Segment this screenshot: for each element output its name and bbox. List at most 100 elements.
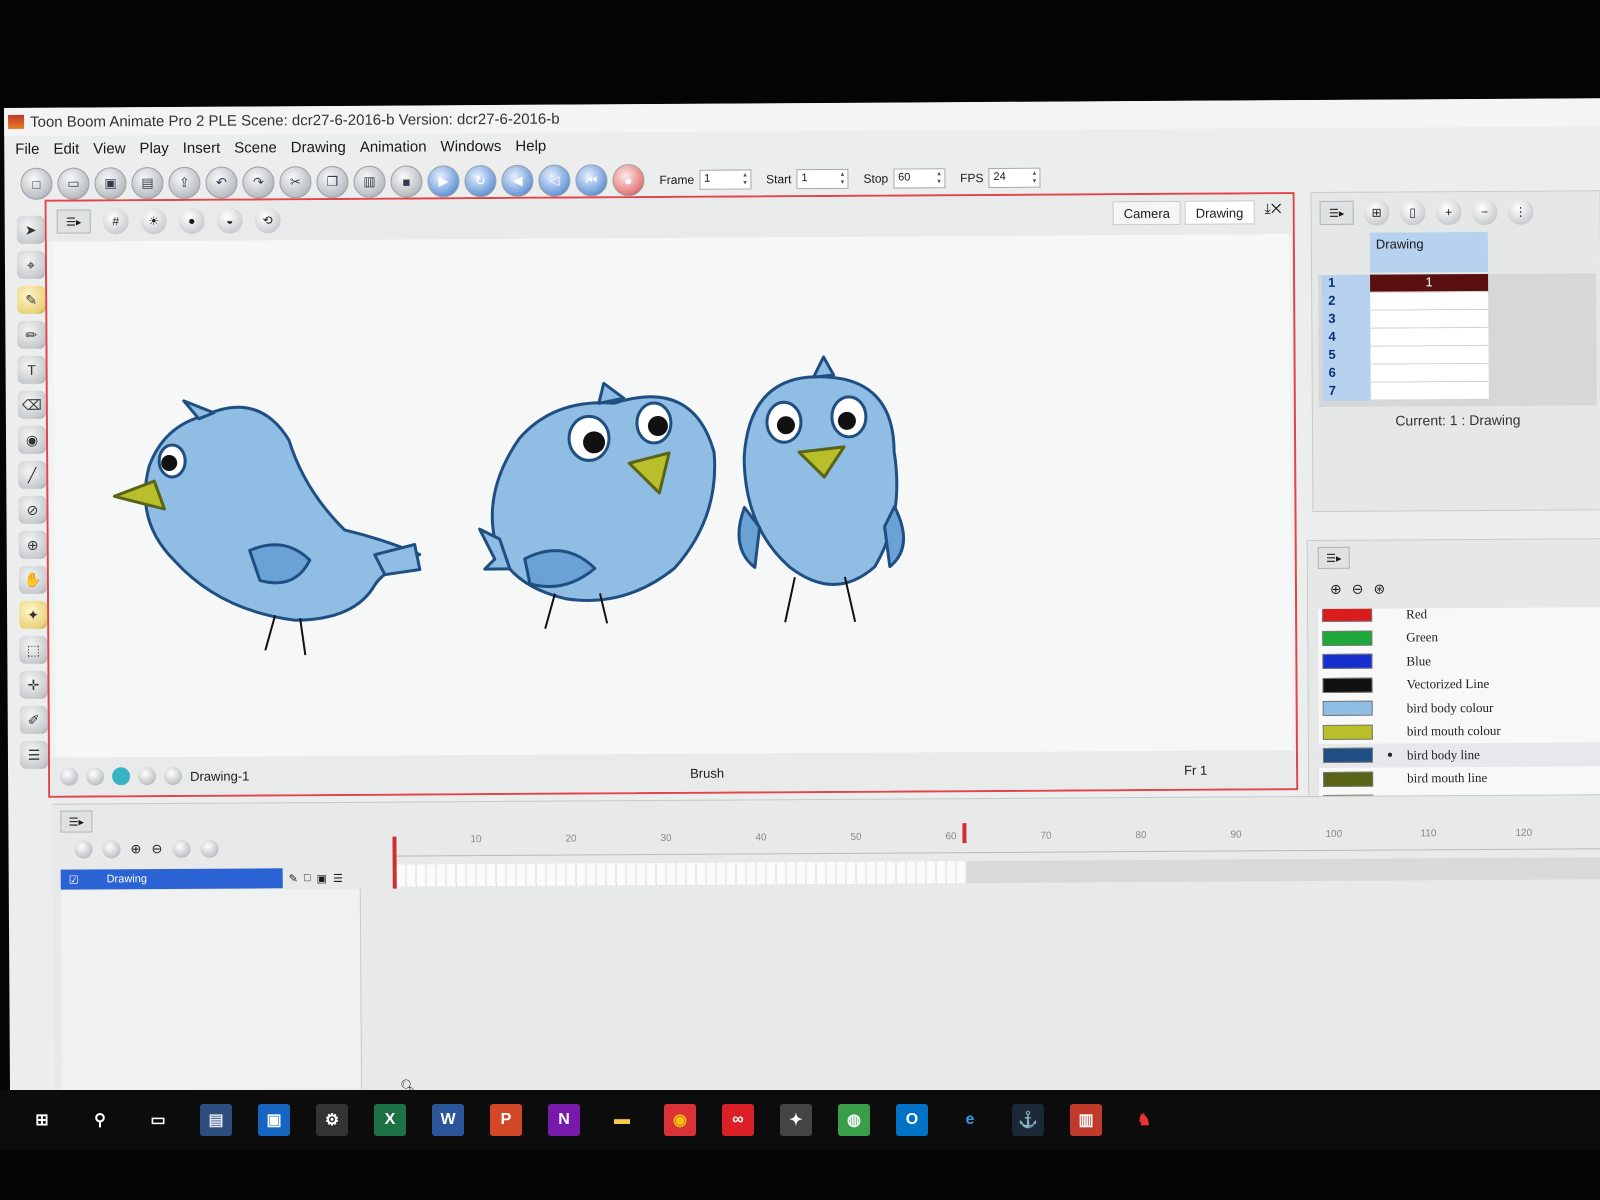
first-frame-icon[interactable]: ⏮ xyxy=(575,164,608,197)
colour-swatch[interactable] xyxy=(1322,700,1373,717)
drawing-canvas[interactable] xyxy=(52,234,1292,758)
menu-edit[interactable]: Edit xyxy=(46,140,86,157)
timeline-menu-button[interactable]: ☰▸ xyxy=(60,810,93,833)
contour-editor-icon[interactable]: ⌖ xyxy=(16,250,46,279)
menu-help[interactable]: Help xyxy=(508,137,553,154)
xsheet-cell[interactable] xyxy=(1370,291,1489,311)
paint-tool-icon[interactable]: ◉ xyxy=(17,425,47,454)
xsheet-row[interactable]: 4 xyxy=(1318,327,1489,347)
record-icon[interactable]: ● xyxy=(612,164,645,197)
save-icon[interactable]: ▣ xyxy=(94,167,127,200)
lock-icon[interactable]: ▣ xyxy=(317,872,327,885)
pivot-tool-icon[interactable]: ✛ xyxy=(19,670,48,699)
add-layer-icon[interactable]: ⊕ xyxy=(130,841,141,857)
cut-icon[interactable]: ✂ xyxy=(279,166,312,199)
pencil-icon[interactable]: ✎ xyxy=(289,872,298,885)
xsheet-row[interactable]: 3 xyxy=(1318,309,1489,329)
menu-scene[interactable]: Scene xyxy=(227,139,284,156)
colour-options-icon[interactable]: ⊛ xyxy=(1373,581,1385,598)
creative-cloud-icon[interactable]: ∞ xyxy=(722,1104,754,1136)
insert-frame-icon[interactable]: + xyxy=(1435,199,1462,226)
hand-tool-icon[interactable]: ✋ xyxy=(18,565,47,594)
remote-icon[interactable]: ▣ xyxy=(258,1104,290,1136)
onion-icon[interactable] xyxy=(86,767,105,786)
select-tool-icon[interactable]: ➤ xyxy=(16,215,45,244)
paste-icon[interactable]: ▥ xyxy=(353,165,386,198)
outlook-icon[interactable]: O xyxy=(896,1104,928,1136)
palette-colour-row[interactable]: bird mouth line xyxy=(1319,766,1600,791)
redo-icon[interactable]: ↷ xyxy=(242,166,275,199)
undo-icon[interactable]: ↶ xyxy=(205,166,238,199)
menu-file[interactable]: File xyxy=(8,140,46,157)
excel-icon[interactable]: X xyxy=(374,1104,406,1136)
lock-icon[interactable] xyxy=(60,767,79,786)
layer-row-drawing[interactable]: ☑ Drawing xyxy=(60,868,283,890)
mascot-icon[interactable]: ♞ xyxy=(1128,1104,1160,1136)
sound-icon[interactable]: ◀ xyxy=(501,164,534,197)
start-icon[interactable]: ⊞ xyxy=(26,1104,58,1136)
menu-windows[interactable]: Windows xyxy=(433,137,508,154)
remove-frame-icon[interactable]: − xyxy=(1471,198,1498,226)
mask-icon[interactable] xyxy=(138,767,157,786)
steam-icon[interactable]: ⚓ xyxy=(1012,1104,1044,1136)
scene-planning-icon[interactable]: ☰ xyxy=(19,740,49,769)
colour-swatch[interactable] xyxy=(1322,607,1373,623)
extend-exposure-icon[interactable]: ⋮ xyxy=(1507,198,1534,225)
xsheet-row[interactable]: 7 xyxy=(1319,381,1489,401)
xsheet-row[interactable]: 11 xyxy=(1318,273,1489,293)
menu-drawing[interactable]: Drawing xyxy=(284,138,353,155)
morph-tool-icon[interactable]: ✐ xyxy=(19,705,48,734)
timeline-ruler[interactable]: 10 20 30 40 50 60 70 80 90 100 110 120 xyxy=(392,825,1600,857)
onenote-icon[interactable]: N xyxy=(548,1104,580,1136)
play-icon[interactable]: ▶ xyxy=(427,165,460,198)
menu-view[interactable]: View xyxy=(86,140,132,157)
xsheet-row[interactable]: 5 xyxy=(1318,345,1489,365)
playhead[interactable] xyxy=(392,836,397,889)
colour-swatch[interactable] xyxy=(1322,653,1373,670)
view-menu-button[interactable]: ☰▸ xyxy=(56,209,91,234)
outline-icon[interactable]: □ xyxy=(304,872,311,884)
menu-animation[interactable]: Animation xyxy=(353,138,434,155)
close-view-icon[interactable]: ⤓✕ xyxy=(1265,200,1282,217)
xsheet-row[interactable]: 2 xyxy=(1318,291,1489,311)
palette-colour-row[interactable]: ● bird body line xyxy=(1318,742,1600,768)
xsheet-cell[interactable] xyxy=(1370,345,1489,365)
folder-icon[interactable]: ▬ xyxy=(606,1104,638,1136)
dropper-tool-icon[interactable]: ⊘ xyxy=(18,495,47,524)
menu-insert[interactable]: Insert xyxy=(176,139,228,156)
grid-icon[interactable]: # xyxy=(102,208,129,235)
remove-colour-icon[interactable]: ⊖ xyxy=(1352,581,1364,598)
xsheet-menu-button[interactable]: ☰▸ xyxy=(1319,200,1354,225)
search-icon[interactable]: ⚲ xyxy=(84,1104,116,1136)
word-icon[interactable]: W xyxy=(432,1104,464,1136)
colour-swatch[interactable] xyxy=(1322,677,1373,693)
palette-colour-row[interactable]: bird mouth colour xyxy=(1319,719,1600,744)
globe-icon[interactable]: ◍ xyxy=(838,1104,870,1136)
frame-input[interactable]: 1 xyxy=(699,169,752,190)
save-as-icon[interactable]: ▤ xyxy=(131,167,164,200)
loop-icon[interactable]: ↻ xyxy=(464,164,497,198)
menu-play[interactable]: Play xyxy=(132,139,175,156)
colour-swatch[interactable] xyxy=(1323,771,1374,787)
line-tool-icon[interactable]: ╱ xyxy=(18,460,47,489)
layer-visibility-checkbox[interactable]: ☑ xyxy=(69,873,79,886)
start-input[interactable]: 1 xyxy=(796,168,849,190)
xsheet-cell[interactable] xyxy=(1370,309,1489,329)
xsheet-cell[interactable]: 1 xyxy=(1370,273,1489,293)
delete-layer-icon[interactable]: ⊖ xyxy=(151,841,162,857)
pencil-tool-icon[interactable]: ✏ xyxy=(17,320,46,349)
tab-camera[interactable]: Camera xyxy=(1112,200,1181,226)
reset-view-icon[interactable]: ⟲ xyxy=(254,207,281,234)
onion-skin-icon[interactable]: ● xyxy=(178,207,205,234)
eraser-tool-icon[interactable]: ⌫ xyxy=(17,390,46,419)
colour-swatch[interactable] xyxy=(1322,747,1374,764)
copy-icon[interactable]: ❐ xyxy=(316,165,349,199)
sound-scrub-icon[interactable]: ◁ xyxy=(538,164,571,197)
palette-colour-row[interactable]: Blue xyxy=(1318,648,1600,673)
add-drawing-icon[interactable] xyxy=(200,839,219,858)
xsheet-cell[interactable] xyxy=(1370,363,1489,383)
text-tool-icon[interactable]: T xyxy=(17,355,46,384)
open-scene-icon[interactable]: ▭ xyxy=(57,167,90,200)
palette-colour-row[interactable]: Vectorized Line xyxy=(1318,672,1600,697)
zoom-tool-icon[interactable]: ⊕ xyxy=(18,530,47,559)
